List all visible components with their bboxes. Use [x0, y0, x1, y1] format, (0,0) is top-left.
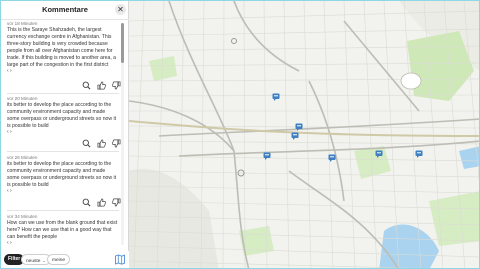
comment-marker-icon[interactable]	[263, 152, 271, 160]
thumbs-down-icon[interactable]	[112, 81, 121, 90]
comment-actions	[82, 81, 121, 90]
comment-marker-icon[interactable]	[328, 154, 336, 162]
comment-actions	[82, 139, 121, 148]
panel-title: Kommentare	[42, 5, 88, 14]
comment-list[interactable]: vor 18 Minuten This is the Saraye Shahza…	[1, 20, 129, 248]
comment-item: vor 26 Minuten its better to develop the…	[7, 155, 119, 194]
divider	[7, 93, 119, 94]
comment-item: vor 18 Minuten This is the Saraye Shahza…	[7, 21, 119, 74]
comment-expand[interactable]: ‹ ›	[7, 130, 119, 135]
comment-item: vor 20 Minuten its better to develop the…	[7, 96, 119, 135]
thumbs-up-icon[interactable]	[97, 198, 106, 207]
filter-bar: Filter neuste ⌄ meine	[1, 251, 129, 268]
comment-marker-icon[interactable]	[415, 150, 423, 158]
comment-text: This is the Saraye Shahzadeh, the larges…	[7, 27, 117, 68]
comment-marker-icon[interactable]	[295, 123, 303, 131]
comment-text: its better to develop the place accordin…	[7, 161, 117, 188]
sort-newest-label: neuste	[26, 259, 41, 264]
comment-actions	[82, 198, 121, 207]
comment-item: vor 34 Minuten How can we use from the b…	[7, 214, 119, 246]
sort-mine-select[interactable]: meine	[47, 254, 71, 265]
panel-header: Kommentare ✕	[1, 1, 129, 20]
thumbs-down-icon[interactable]	[112, 198, 121, 207]
comment-marker-icon[interactable]	[375, 150, 383, 158]
thumbs-down-icon[interactable]	[112, 139, 121, 148]
thumbs-up-icon[interactable]	[97, 81, 106, 90]
comment-expand[interactable]: ‹ ›	[7, 189, 119, 194]
sort-mine-label: meine	[52, 258, 66, 263]
comments-panel: Kommentare ✕ vor 18 Minuten This is the …	[1, 1, 129, 268]
comment-marker-icon[interactable]	[272, 93, 280, 101]
close-button[interactable]: ✕	[115, 4, 126, 15]
scroll-thumb[interactable]	[121, 23, 124, 63]
chevron-down-icon: ⌄	[42, 258, 46, 263]
map-icon[interactable]	[115, 254, 125, 265]
app-frame: Kommentare ✕ vor 18 Minuten This is the …	[0, 0, 480, 269]
map-canvas[interactable]	[129, 1, 480, 269]
comment-text: its better to develop the place accordin…	[7, 102, 117, 129]
comment-text: How can we use from the blank ground tha…	[7, 220, 118, 240]
comment-marker-icon[interactable]	[291, 132, 299, 140]
comment-expand[interactable]: ‹ ›	[7, 241, 119, 246]
divider	[7, 151, 119, 152]
scrollbar[interactable]	[121, 23, 124, 245]
comment-expand[interactable]: ‹ ›	[7, 69, 119, 74]
divider	[7, 210, 119, 211]
thumbs-up-icon[interactable]	[97, 139, 106, 148]
search-icon[interactable]	[82, 198, 91, 207]
map-view[interactable]	[129, 1, 480, 269]
search-icon[interactable]	[82, 139, 91, 148]
search-icon[interactable]	[82, 81, 91, 90]
